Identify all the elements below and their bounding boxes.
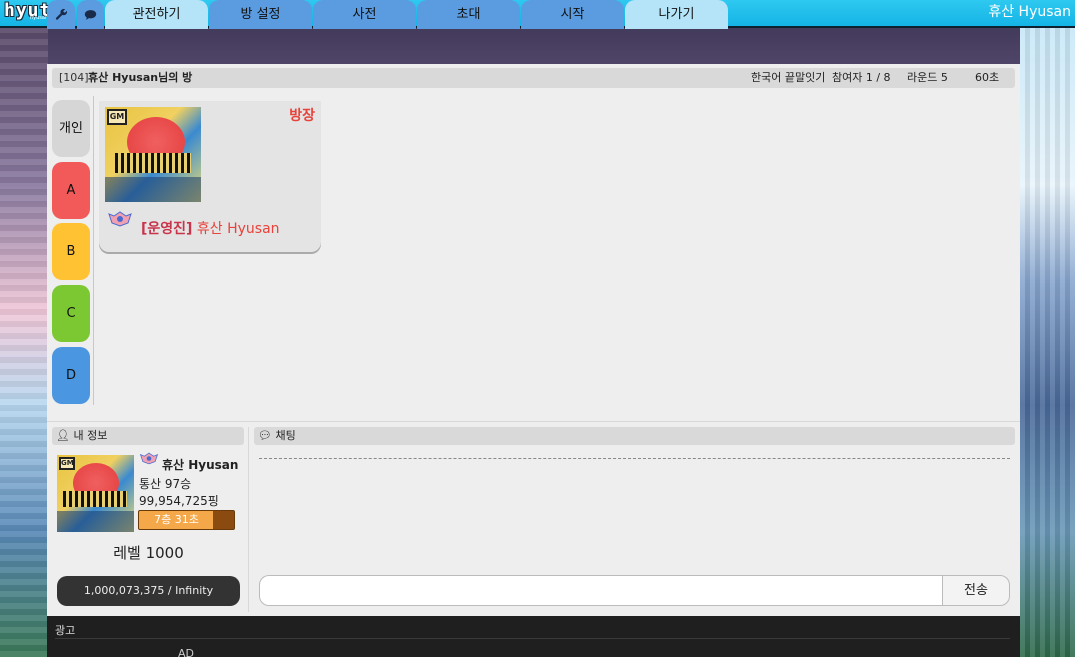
tab-exit[interactable]: 나가기 bbox=[625, 0, 728, 29]
chat-send-button[interactable]: 전송 bbox=[942, 575, 1010, 606]
my-info-title: 내 정보 bbox=[73, 429, 108, 442]
current-user-name[interactable]: 휴산 Hyusan bbox=[988, 1, 1071, 21]
ad-section: 광고 AD bbox=[47, 616, 1020, 657]
avatar-badge: GM bbox=[59, 457, 75, 470]
my-level: 레벨 1000 bbox=[113, 544, 184, 562]
team-label: A bbox=[66, 183, 76, 198]
room-title-bar: [104] 휴산 Hyusan님의 방 한국어 끝말잇기 참여자 1 / 8 라… bbox=[52, 68, 1015, 88]
tab-start[interactable]: 시작 bbox=[521, 0, 624, 29]
tab-invite[interactable]: 초대 bbox=[417, 0, 520, 29]
background-left bbox=[0, 28, 48, 657]
room-id: [104] bbox=[59, 71, 89, 84]
ad-label: 광고 bbox=[55, 624, 76, 637]
player-avatar: GM bbox=[105, 107, 201, 202]
avatar-art bbox=[57, 511, 134, 532]
player-card[interactable]: GM 방장 [운영진] 휴산 Hyusan bbox=[99, 101, 321, 252]
room-name: 휴산 Hyusan님의 방 bbox=[88, 71, 193, 84]
chat-input[interactable] bbox=[259, 575, 942, 606]
experience-text: 7층 31초 bbox=[154, 513, 199, 526]
ad-content[interactable]: AD bbox=[178, 647, 194, 657]
team-label: C bbox=[66, 306, 76, 321]
divider bbox=[248, 427, 249, 612]
rank-badge-icon bbox=[108, 211, 132, 227]
room-players: 참여자 1 / 8 bbox=[832, 71, 891, 84]
player-role-tag: [운영진] bbox=[141, 221, 193, 237]
avatar-art bbox=[63, 491, 127, 507]
settings-button[interactable] bbox=[47, 0, 75, 29]
room-round: 라운드 5 bbox=[907, 71, 948, 84]
my-score-bar: 1,000,073,375 / Infinity bbox=[57, 576, 240, 606]
team-button-d[interactable]: D bbox=[52, 347, 90, 404]
comment-icon bbox=[84, 10, 97, 20]
rank-badge-icon bbox=[139, 452, 159, 465]
chat-header: 💬︎ 채팅 bbox=[254, 427, 1015, 445]
team-button-c[interactable]: C bbox=[52, 285, 90, 342]
my-name: 휴산 Hyusan bbox=[162, 458, 239, 472]
wrench-icon bbox=[55, 8, 67, 20]
team-label: B bbox=[66, 244, 76, 259]
tab-dictionary[interactable]: 사전 bbox=[313, 0, 416, 29]
chat-title: 채팅 bbox=[275, 429, 296, 442]
player-name: [운영진] 휴산 Hyusan bbox=[141, 218, 280, 238]
divider bbox=[55, 638, 1010, 639]
team-label: 개인 bbox=[59, 121, 83, 136]
background-right bbox=[1020, 28, 1075, 657]
my-ping: 99,954,725핑 bbox=[139, 494, 219, 508]
tab-spectate[interactable]: 관전하기 bbox=[105, 0, 208, 29]
chat-log bbox=[259, 458, 1010, 459]
room-mode: 한국어 끝말잇기 bbox=[751, 71, 826, 84]
user-icon: 👤︎ bbox=[56, 429, 70, 442]
team-button-b[interactable]: B bbox=[52, 223, 90, 280]
avatar-badge: GM bbox=[107, 109, 127, 125]
team-button-solo[interactable]: 개인 bbox=[52, 100, 90, 157]
team-label: D bbox=[65, 368, 76, 383]
chat-toggle-button[interactable] bbox=[77, 0, 104, 29]
my-wins: 통산 97승 bbox=[139, 477, 192, 491]
comment-icon: 💬︎ bbox=[258, 429, 272, 442]
avatar-art bbox=[115, 153, 191, 173]
my-info-header: 👤︎ 내 정보 bbox=[52, 427, 244, 445]
experience-bar: 7층 31초 bbox=[138, 510, 235, 530]
avatar-art bbox=[105, 177, 201, 202]
team-button-a[interactable]: A bbox=[52, 162, 90, 219]
tab-room-settings[interactable]: 방 설정 bbox=[209, 0, 312, 29]
divider bbox=[47, 421, 1020, 422]
my-avatar: GM bbox=[57, 455, 134, 532]
room-time: 60초 bbox=[975, 71, 1000, 84]
player-name-text: 휴산 Hyusan bbox=[196, 221, 280, 237]
owner-label: 방장 bbox=[289, 108, 315, 124]
divider bbox=[93, 96, 94, 405]
